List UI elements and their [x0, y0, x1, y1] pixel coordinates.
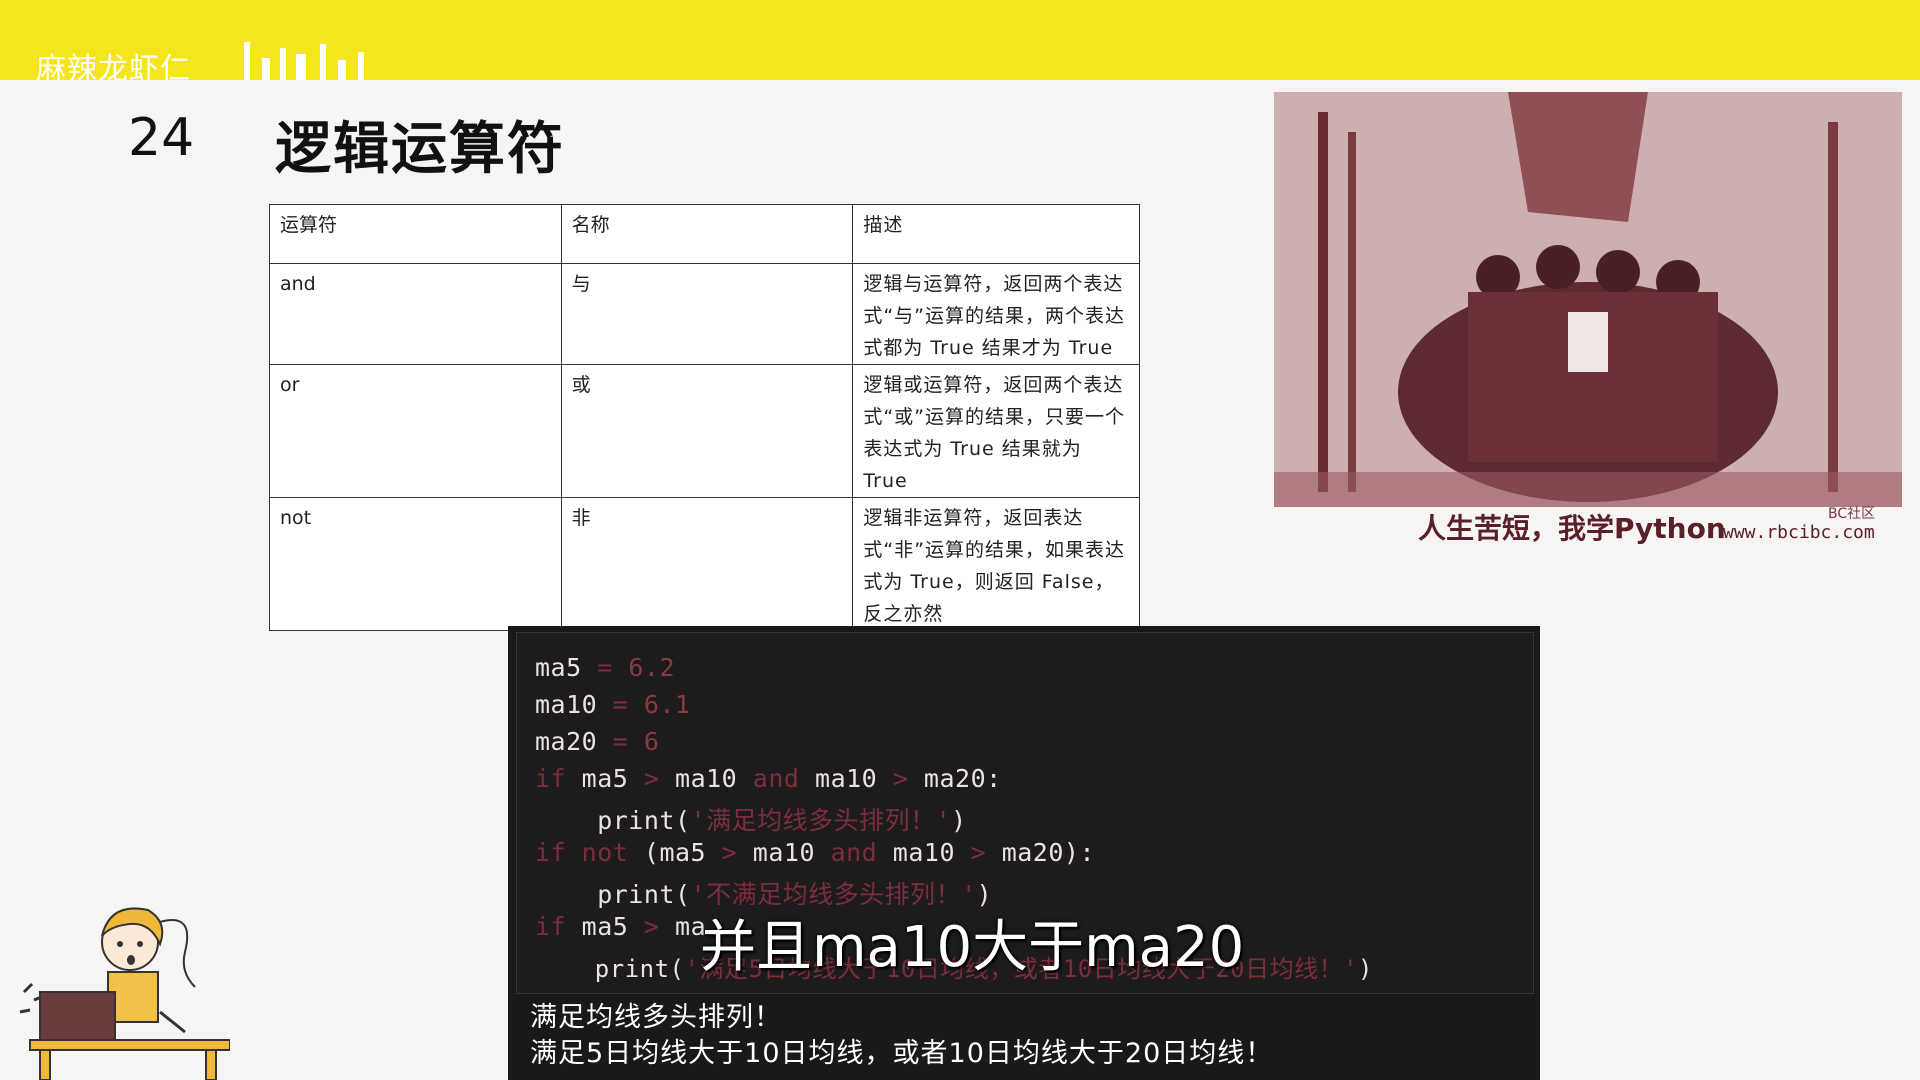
table-row: or 或 逻辑或运算符，返回两个表达式“或”运算的结果，只要一个表达式为 Tru…	[269, 364, 1140, 498]
poster-caption: 人生苦短，我学Python	[1418, 512, 1726, 545]
slide-title: 逻辑运算符	[275, 117, 565, 182]
cell-name: 非	[560, 497, 854, 631]
cell-operator: and	[269, 263, 562, 365]
operators-table: 运算符 名称 描述 and 与 逻辑与运算符，返回两个表达式“与”运算的结果，两…	[269, 204, 1140, 631]
cell-description: 逻辑与运算符，返回两个表达式“与”运算的结果，两个表达式都为 True 结果才为…	[852, 263, 1140, 365]
code-line: if ma5 > ma10 and ma10 > ma20:	[535, 764, 1002, 793]
brand-text: 麻辣龙虾仁	[36, 52, 191, 80]
output-line: 满足5日均线大于10日均线，或者10日均线大于20日均线！	[530, 1038, 1274, 1069]
cell-name: 与	[560, 263, 854, 365]
cell-name: 或	[560, 364, 854, 498]
code-panel: ma5 = 6.2 ma10 = 6.1 ma20 = 6 if ma5 > m…	[508, 626, 1540, 1080]
propaganda-poster-image: 人生苦短，我学Python www.rbcibc.com BC社区	[1268, 92, 1908, 547]
table-header-row: 运算符 名称 描述	[269, 204, 1140, 264]
header-name: 名称	[560, 204, 854, 264]
slide-number: 24	[128, 108, 195, 168]
cell-description: 逻辑非运算符，返回表达式“非”运算的结果，如果表达式为 True，则返回 Fal…	[852, 497, 1140, 631]
video-subtitle: 并且ma10大于ma20	[700, 915, 1245, 980]
code-line: ma10 = 6.1	[535, 690, 691, 719]
cell-description: 逻辑或运算符，返回两个表达式“或”运算的结果，只要一个表达式为 True 结果就…	[852, 364, 1140, 498]
code-line: if ma5 > ma	[535, 912, 707, 941]
header-operator: 运算符	[269, 204, 562, 264]
code-line: print('满足均线多头排列！')	[535, 806, 967, 835]
code-line: ma20 = 6	[535, 727, 660, 756]
program-output: 满足均线多头排列！ 满足5日均线大于10日均线，或者10日均线大于20日均线！	[530, 1000, 1273, 1072]
code-line: ma5 = 6.2	[535, 653, 675, 682]
code-line: if not (ma5 > ma10 and ma10 > ma20):	[535, 838, 1096, 867]
header-description: 描述	[852, 204, 1140, 264]
cell-operator: or	[269, 364, 562, 498]
cartoon-student-illustration	[19, 907, 230, 1080]
poster-watermark: BC社区	[1828, 506, 1875, 522]
table-row: not 非 逻辑非运算符，返回表达式“非”运算的结果，如果表达式为 True，则…	[269, 497, 1140, 631]
table-row: and 与 逻辑与运算符，返回两个表达式“与”运算的结果，两个表达式都为 Tru…	[269, 263, 1140, 365]
city-skyline-decoration	[244, 42, 364, 80]
cell-operator: not	[269, 497, 562, 631]
output-line: 满足均线多头排列！	[530, 1002, 782, 1033]
poster-url: www.rbcibc.com	[1723, 522, 1875, 543]
top-banner: 麻辣龙虾仁	[0, 0, 1920, 80]
